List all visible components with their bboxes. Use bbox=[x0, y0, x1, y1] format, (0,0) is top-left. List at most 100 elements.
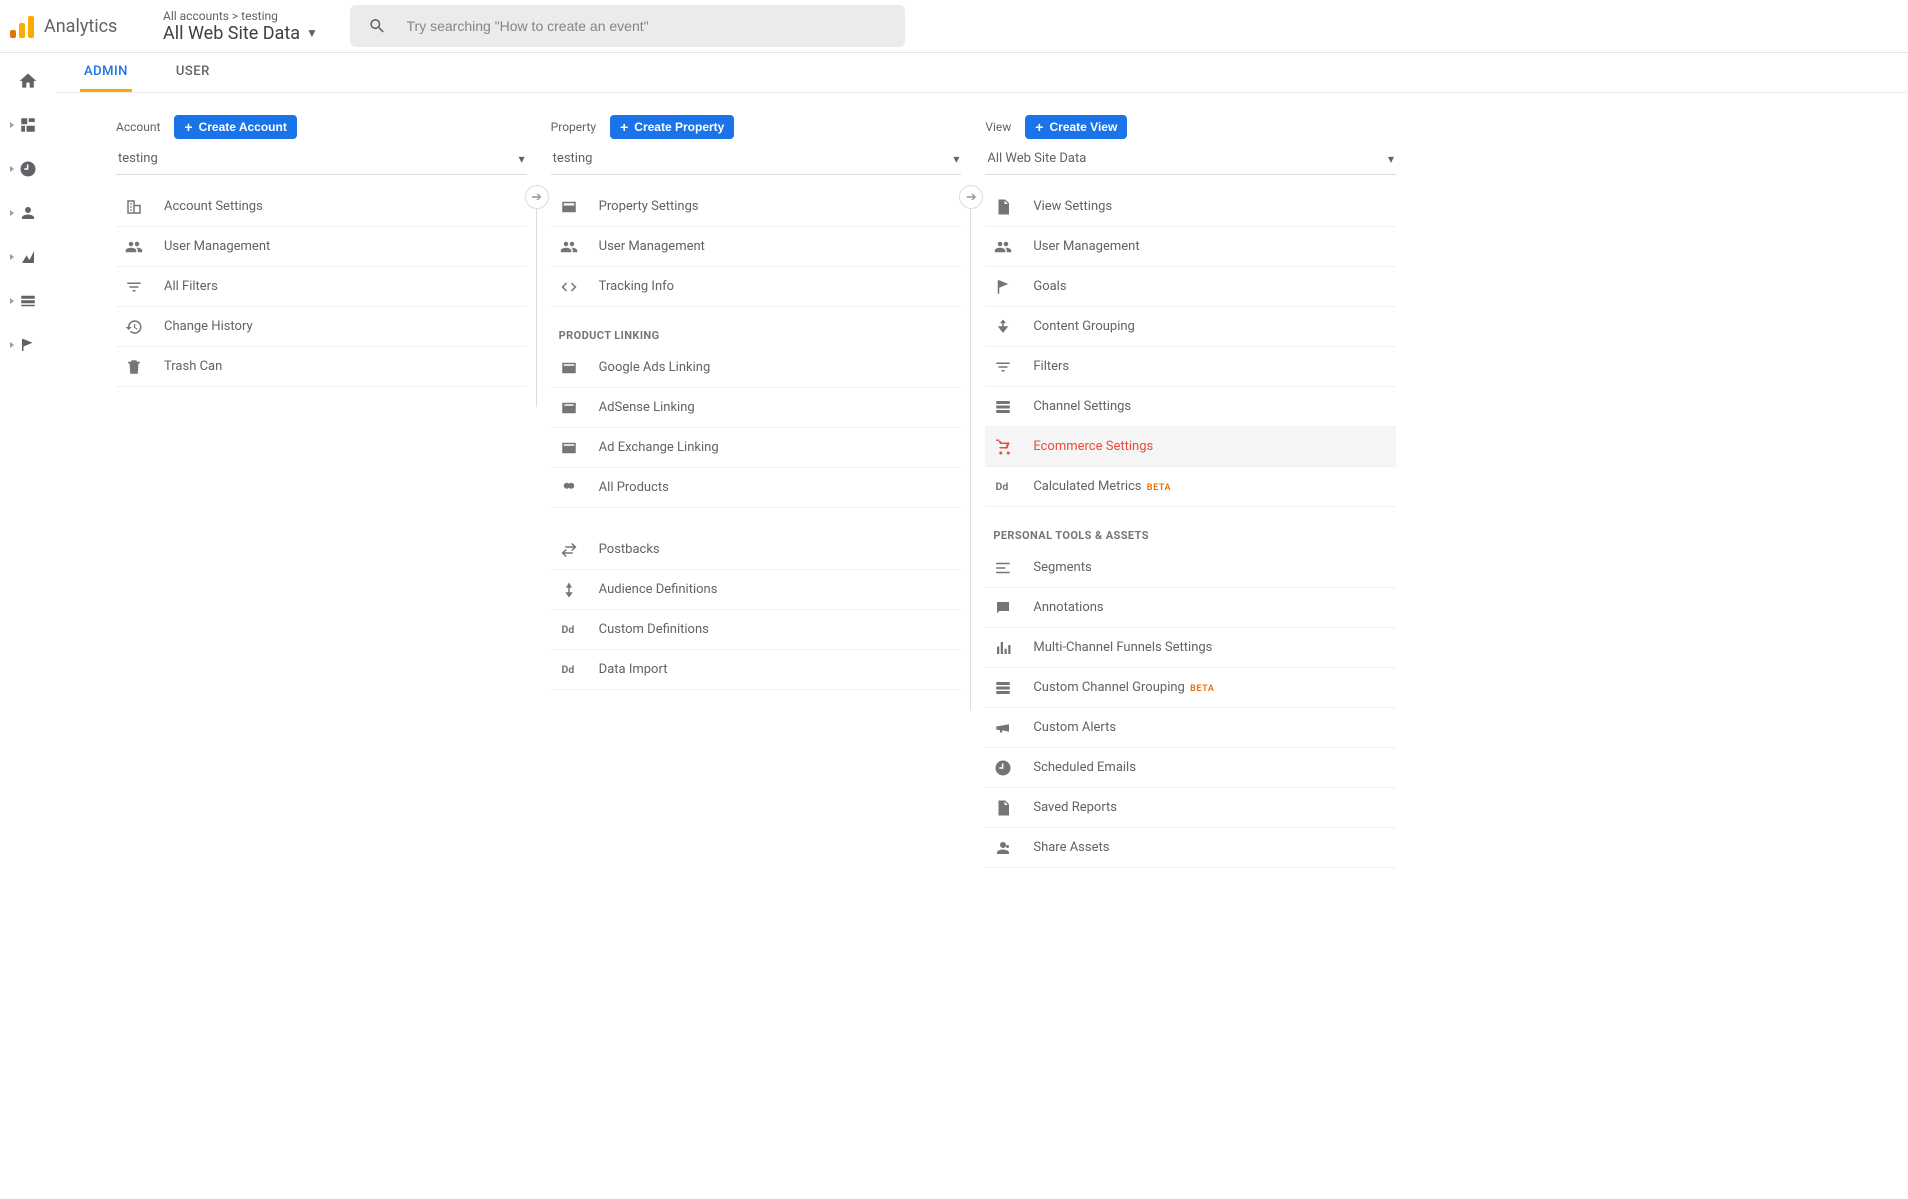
file-icon bbox=[993, 798, 1013, 818]
section-personal-tools: PERSONAL TOOLS & ASSETS bbox=[985, 507, 1396, 548]
channel-settings[interactable]: Channel Settings bbox=[985, 387, 1396, 427]
filter-icon bbox=[124, 277, 144, 297]
group-icon bbox=[993, 317, 1013, 337]
beta-badge: BETA bbox=[1190, 684, 1214, 694]
share-assets[interactable]: Share Assets bbox=[985, 828, 1396, 868]
code-icon bbox=[559, 277, 579, 297]
caret-down-icon: ▾ bbox=[519, 152, 525, 166]
column-separator bbox=[970, 185, 971, 710]
column-label-property: Property bbox=[551, 120, 596, 134]
analytics-logo-icon bbox=[10, 14, 34, 38]
nav-realtime[interactable] bbox=[8, 157, 48, 181]
custom-channel-grouping[interactable]: Custom Channel Grouping BETA bbox=[985, 668, 1396, 708]
nav-customization[interactable] bbox=[8, 113, 48, 137]
nav-audience[interactable] bbox=[8, 201, 48, 225]
nav-home[interactable] bbox=[8, 69, 48, 93]
link-icon bbox=[559, 398, 579, 418]
saved-reports[interactable]: Saved Reports bbox=[985, 788, 1396, 828]
tab-admin[interactable]: ADMIN bbox=[80, 53, 132, 92]
property-selector[interactable]: testing ▾ bbox=[551, 143, 962, 175]
app-logo: Analytics bbox=[10, 14, 153, 38]
clock-icon bbox=[993, 758, 1013, 778]
plus-icon: + bbox=[184, 120, 192, 134]
custom-definitions[interactable]: DdCustom Definitions bbox=[551, 610, 962, 650]
cart-icon bbox=[993, 437, 1013, 457]
search-input[interactable] bbox=[407, 18, 887, 34]
nav-acquisition[interactable] bbox=[8, 245, 48, 269]
breadcrumb-main: All Web Site Data bbox=[163, 23, 300, 44]
goals[interactable]: Goals bbox=[985, 267, 1396, 307]
google-ads-linking[interactable]: Google Ads Linking bbox=[551, 348, 962, 388]
people-icon bbox=[993, 237, 1013, 257]
left-nav-rail bbox=[0, 53, 56, 890]
data-import[interactable]: DdData Import bbox=[551, 650, 962, 690]
postbacks[interactable]: Postbacks bbox=[551, 530, 962, 570]
card-icon bbox=[559, 197, 579, 217]
link-icon bbox=[559, 358, 579, 378]
audience-definitions[interactable]: Audience Definitions bbox=[551, 570, 962, 610]
account-user-management[interactable]: User Management bbox=[116, 227, 527, 267]
plus-icon: + bbox=[1035, 120, 1043, 134]
create-property-button[interactable]: + Create Property bbox=[610, 115, 734, 139]
expand-arrow-icon bbox=[10, 122, 14, 128]
scheduled-emails[interactable]: Scheduled Emails bbox=[985, 748, 1396, 788]
expand-arrow-icon bbox=[10, 254, 14, 260]
annotations[interactable]: Annotations bbox=[985, 588, 1396, 628]
filter-icon bbox=[993, 357, 1013, 377]
people-icon bbox=[124, 237, 144, 257]
history-icon bbox=[124, 317, 144, 337]
all-products[interactable]: All Products bbox=[551, 468, 962, 508]
column-label-view: View bbox=[985, 120, 1011, 134]
view-selector[interactable]: All Web Site Data ▾ bbox=[985, 143, 1396, 175]
expand-arrow-icon bbox=[10, 166, 14, 172]
content-grouping[interactable]: Content Grouping bbox=[985, 307, 1396, 347]
search-box[interactable] bbox=[350, 5, 905, 47]
comment-icon bbox=[993, 598, 1013, 618]
property-user-management[interactable]: User Management bbox=[551, 227, 962, 267]
ecommerce-settings[interactable]: Ecommerce Settings bbox=[985, 427, 1396, 467]
svg-text:Dd: Dd bbox=[561, 623, 574, 636]
trash-icon bbox=[124, 357, 144, 377]
account-trash-can[interactable]: Trash Can bbox=[116, 347, 527, 387]
create-view-button[interactable]: + Create View bbox=[1025, 115, 1127, 139]
custom-alerts[interactable]: Custom Alerts bbox=[985, 708, 1396, 748]
tabbar: ADMIN USER bbox=[56, 53, 1908, 93]
search-icon bbox=[368, 16, 387, 36]
tab-user[interactable]: USER bbox=[172, 53, 214, 92]
mcf-settings[interactable]: Multi-Channel Funnels Settings bbox=[985, 628, 1396, 668]
audience-icon bbox=[559, 580, 579, 600]
caret-down-icon: ▾ bbox=[1388, 152, 1394, 166]
swap-icon bbox=[559, 540, 579, 560]
plus-icon: + bbox=[620, 120, 628, 134]
nav-conversions[interactable] bbox=[8, 333, 48, 357]
section-product-linking: PRODUCT LINKING bbox=[551, 307, 962, 348]
nav-behavior[interactable] bbox=[8, 289, 48, 313]
bars-icon bbox=[993, 638, 1013, 658]
dd-icon: Dd bbox=[559, 620, 579, 640]
view-user-management[interactable]: User Management bbox=[985, 227, 1396, 267]
segments[interactable]: Segments bbox=[985, 548, 1396, 588]
create-account-button[interactable]: + Create Account bbox=[174, 115, 296, 139]
page-icon bbox=[993, 197, 1013, 217]
collapse-column-icon[interactable]: ➔ bbox=[959, 185, 983, 209]
account-change-history[interactable]: Change History bbox=[116, 307, 527, 347]
view-column: View + Create View All Web Site Data ▾ V… bbox=[985, 115, 1396, 868]
property-settings[interactable]: Property Settings bbox=[551, 187, 962, 227]
dd-icon: Dd bbox=[559, 660, 579, 680]
calculated-metrics[interactable]: DdCalculated Metrics BETA bbox=[985, 467, 1396, 507]
account-settings[interactable]: Account Settings bbox=[116, 187, 527, 227]
megaphone-icon bbox=[993, 718, 1013, 738]
dd-icon: Dd bbox=[993, 477, 1013, 497]
link-icon bbox=[559, 478, 579, 498]
account-all-filters[interactable]: All Filters bbox=[116, 267, 527, 307]
property-tracking-info[interactable]: Tracking Info bbox=[551, 267, 962, 307]
account-switcher[interactable]: All accounts > testing All Web Site Data… bbox=[163, 9, 338, 44]
svg-text:Dd: Dd bbox=[996, 480, 1009, 493]
filters[interactable]: Filters bbox=[985, 347, 1396, 387]
ad-exchange-linking[interactable]: Ad Exchange Linking bbox=[551, 428, 962, 468]
property-column: ➔ Property + Create Property testing ▾ P… bbox=[551, 115, 962, 690]
view-settings[interactable]: View Settings bbox=[985, 187, 1396, 227]
collapse-column-icon[interactable]: ➔ bbox=[525, 185, 549, 209]
account-selector[interactable]: testing ▾ bbox=[116, 143, 527, 175]
adsense-linking[interactable]: AdSense Linking bbox=[551, 388, 962, 428]
